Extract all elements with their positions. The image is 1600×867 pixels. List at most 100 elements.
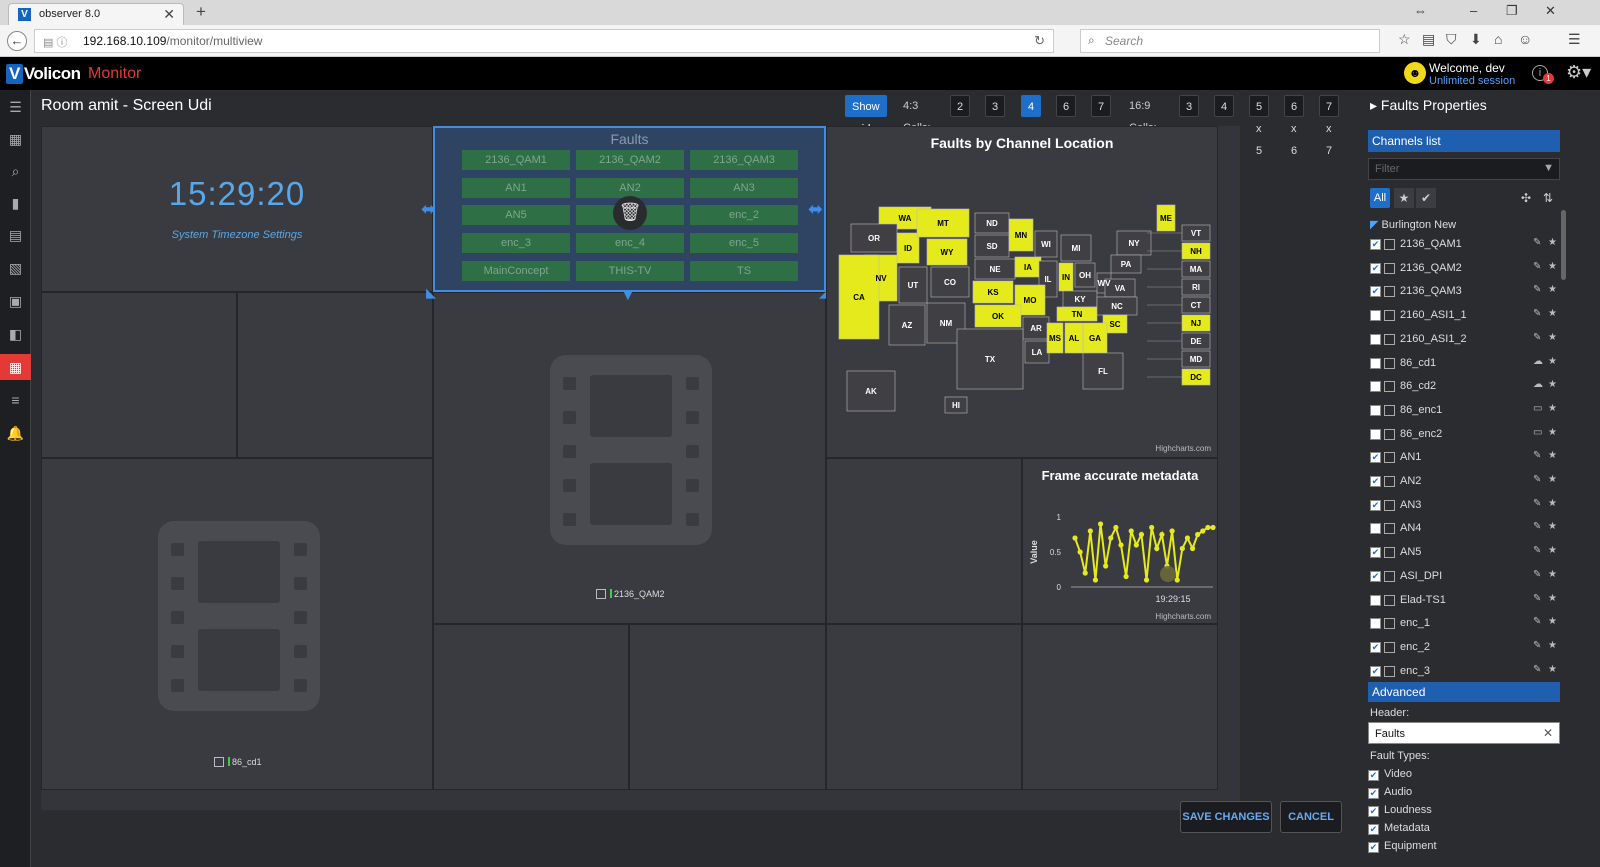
channels-icon[interactable]: ▦	[0, 126, 31, 152]
fault-type-checkbox[interactable]: ✔	[1368, 842, 1379, 853]
favorite-star-icon[interactable]: ★	[1548, 403, 1557, 414]
pocket-icon[interactable]: ⛉	[1446, 31, 1457, 48]
header-input[interactable]: Faults ✕	[1368, 722, 1560, 744]
select-checkbox[interactable]	[214, 757, 224, 767]
url-bar[interactable]: ▤ ⓘ 192.168.10.109/monitor/multiview ↻	[34, 29, 1054, 53]
welcome-text[interactable]: Welcome, dev	[1429, 61, 1505, 75]
close-window-icon[interactable]: ✕	[1545, 3, 1556, 19]
favorite-star-icon[interactable]: ★	[1548, 332, 1557, 343]
resize-window-icon[interactable]: ⇔	[1414, 3, 1427, 18]
pencil-icon[interactable]: ✎	[1533, 474, 1541, 485]
pencil-icon[interactable]: ✎	[1533, 284, 1541, 295]
fault-chip[interactable]: enc_3	[462, 233, 570, 253]
grid-3x4-button[interactable]: 3 x 4	[985, 95, 1006, 157]
favorite-star-icon[interactable]: ★	[1548, 379, 1557, 390]
video-player-86-cd1[interactable]: 86_cd1	[41, 458, 433, 790]
metadata-chart-widget[interactable]: Frame accurate metadata 0 0.5 1 Value 19:29:…	[1022, 458, 1218, 624]
channel-checkbox[interactable]	[1370, 357, 1381, 369]
channel-checkbox[interactable]: ✔	[1370, 665, 1381, 677]
expand-icon[interactable]: ✣	[1516, 188, 1536, 208]
channel-row[interactable]: 86_enc1 ▭ ★	[1368, 399, 1560, 421]
map-credit[interactable]: Highcharts.com	[1155, 444, 1211, 453]
fault-chip[interactable]: enc_4	[576, 233, 684, 253]
browser-tab[interactable]: V observer 8.0 ✕	[8, 3, 184, 25]
channel-checkbox[interactable]: ✔	[1370, 476, 1381, 487]
empty-cell[interactable]	[629, 624, 826, 790]
channel-checkbox[interactable]	[1370, 523, 1381, 535]
empty-cell[interactable]	[237, 292, 433, 458]
fault-type-checkbox[interactable]: ✔	[1368, 806, 1379, 817]
channel-checkbox[interactable]	[1370, 428, 1381, 440]
favorite-star-icon[interactable]: ★	[1548, 356, 1557, 367]
trash-icon[interactable]: 🗑	[613, 196, 647, 230]
tab-close-icon[interactable]: ✕	[163, 6, 175, 23]
channel-checkbox[interactable]	[1370, 618, 1381, 630]
fault-chip[interactable]: enc_5	[690, 233, 798, 253]
pencil-icon[interactable]: ✎	[1533, 521, 1541, 532]
pencil-icon[interactable]: ✎	[1533, 593, 1541, 604]
fault-chip[interactable]: AN1	[462, 178, 570, 198]
bookmark-icon[interactable]: ▮	[0, 190, 31, 216]
channel-checkbox[interactable]: ✔	[1370, 547, 1381, 559]
fault-type-option[interactable]: ✔ Metadata	[1368, 822, 1430, 835]
clear-icon[interactable]: ✕	[1543, 726, 1553, 740]
hamburger-menu-icon[interactable]: ☰	[0, 94, 31, 120]
encoder-icon[interactable]: ▭	[1533, 403, 1542, 414]
chat-icon[interactable]: ☺	[1518, 31, 1532, 47]
grid-5x5-button[interactable]: 5 x 5	[1249, 95, 1270, 157]
grid-3x3-button[interactable]: 3 x 3	[1179, 95, 1200, 157]
channel-row[interactable]: 86_enc2 ▭ ★	[1368, 423, 1560, 445]
channel-group[interactable]: ◤ Burlington New	[1370, 218, 1456, 231]
video-player-2136-qam2[interactable]: 2136_QAM2	[433, 292, 826, 624]
favorite-star-icon[interactable]: ★	[1548, 474, 1557, 485]
channel-checkbox[interactable]: ✔	[1370, 641, 1381, 653]
pencil-icon[interactable]: ✎	[1533, 498, 1541, 509]
grid-6x8-button[interactable]: 6 x 8	[1056, 95, 1077, 157]
channel-checkbox[interactable]	[1370, 381, 1381, 393]
channel-checkbox[interactable]: ✔	[1370, 262, 1381, 274]
empty-cell[interactable]	[1022, 624, 1218, 790]
fault-type-option[interactable]: ✔ Video	[1368, 768, 1412, 781]
channel-row[interactable]: ✔ 2136_QAM2 ✎ ★	[1368, 257, 1560, 279]
filter-all-button[interactable]: All	[1370, 188, 1390, 208]
channel-list-scrollbar[interactable]	[1561, 210, 1566, 280]
favorite-star-icon[interactable]: ★	[1548, 450, 1557, 461]
report-icon[interactable]: ▧	[0, 255, 31, 281]
grid-7x9-button[interactable]: 7 x 9	[1091, 95, 1112, 157]
fault-chip[interactable]: THIS-TV	[576, 261, 684, 281]
channel-checkbox[interactable]: ✔	[1370, 452, 1381, 464]
fault-type-checkbox[interactable]: ✔	[1368, 788, 1379, 799]
channel-row[interactable]: 2160_ASI1_2 ✎ ★	[1368, 328, 1560, 350]
pencil-icon[interactable]: ✎	[1533, 569, 1541, 580]
bell-icon[interactable]: 🔔	[0, 420, 31, 446]
pencil-icon[interactable]: ✎	[1533, 640, 1541, 651]
home-icon[interactable]: ⌂	[1494, 31, 1502, 47]
channel-row[interactable]: ✔ 2136_QAM1 ✎ ★	[1368, 233, 1560, 255]
pencil-icon[interactable]: ✎	[1533, 664, 1541, 675]
channel-checkbox[interactable]	[1370, 333, 1381, 345]
channel-row[interactable]: AN4 ✎ ★	[1368, 517, 1560, 539]
sort-icon[interactable]: ⇅	[1538, 188, 1558, 208]
grid-4x6-button[interactable]: 4 x 6	[1021, 95, 1042, 157]
channel-row[interactable]: ✔ AN2 ✎ ★	[1368, 470, 1560, 492]
reading-list-icon[interactable]: ▤	[1422, 31, 1435, 48]
maximize-window-icon[interactable]: ❐	[1506, 3, 1518, 19]
cloud-icon[interactable]: ☁	[1533, 356, 1543, 367]
channel-row[interactable]: ✔ 2136_QAM3 ✎ ★	[1368, 280, 1560, 302]
channel-checkbox[interactable]: ✔	[1370, 499, 1381, 511]
filter-checked-icon[interactable]: ✔	[1416, 188, 1436, 208]
table-icon[interactable]: ▤	[0, 222, 31, 248]
resize-corner-left-icon[interactable]: ◣	[426, 284, 436, 302]
channel-row[interactable]: ✔ AN1 ✎ ★	[1368, 446, 1560, 468]
fault-chip[interactable]: MainConcept	[462, 261, 570, 281]
faults-widget[interactable]: Faults 2136_QAM1 2136_QAM2 2136_QAM3 AN1 AN2…	[433, 126, 826, 292]
fault-chip[interactable]: enc_2	[690, 205, 798, 225]
channels-list-header[interactable]: Channels list	[1368, 130, 1560, 152]
chart-credit[interactable]: Highcharts.com	[1155, 612, 1211, 621]
favorite-star-icon[interactable]: ★	[1548, 308, 1557, 319]
fault-chip[interactable]: TS	[690, 261, 798, 281]
channel-row[interactable]: 2160_ASI1_1 ✎ ★	[1368, 304, 1560, 326]
layout-icon[interactable]: ▣	[0, 288, 31, 314]
fault-chip[interactable]: 2136_QAM3	[690, 150, 798, 170]
download-icon[interactable]: ⬇	[1470, 31, 1482, 48]
